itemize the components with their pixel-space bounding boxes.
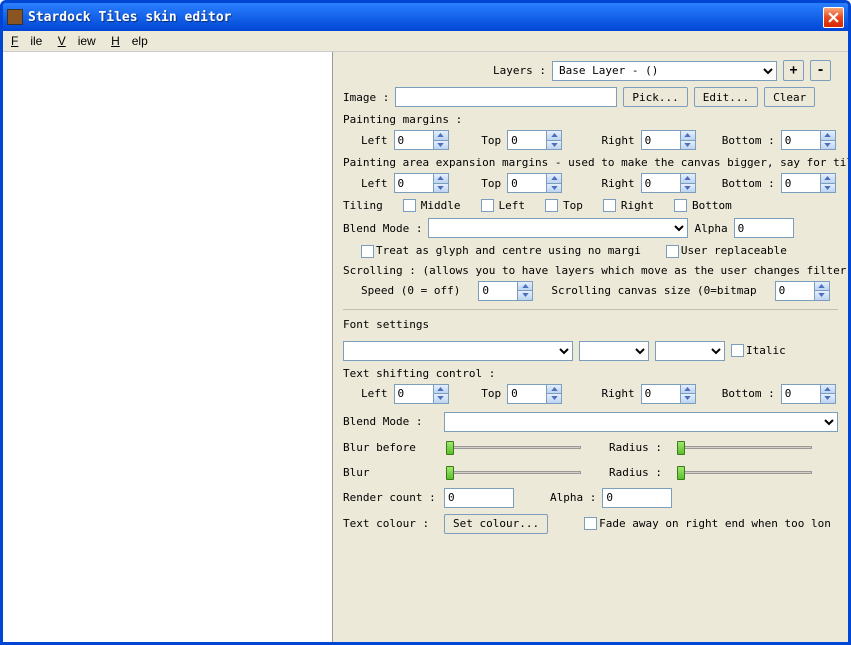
radius1-slider[interactable]: [677, 438, 812, 458]
pm-top-label: Top: [481, 134, 501, 147]
ts-left-spinner[interactable]: [394, 384, 449, 404]
italic-checkbox[interactable]: [731, 344, 744, 357]
textshift-label: Text shifting control :: [343, 367, 838, 380]
font-row: Italic: [343, 341, 838, 361]
pm-left-label: Left: [361, 134, 388, 147]
preview-pane: [3, 52, 333, 642]
font-family-combo[interactable]: [343, 341, 573, 361]
expansion-label: Painting area expansion margins - used t…: [343, 156, 838, 169]
ts-bottom-spinner[interactable]: [781, 384, 836, 404]
add-layer-button[interactable]: +: [783, 60, 804, 81]
properties-pane: Layers : Base Layer - () + - Image : Pic…: [333, 52, 848, 642]
tiling-top-checkbox[interactable]: [545, 199, 558, 212]
ex-top-spinner[interactable]: [507, 173, 562, 193]
pm-right-spinner[interactable]: [641, 130, 696, 150]
alpha-input[interactable]: [734, 218, 794, 238]
radius1-label: Radius :: [609, 441, 669, 454]
layers-label: Layers :: [493, 64, 546, 77]
pm-left-spinner[interactable]: [394, 130, 449, 150]
canvas-label: Scrolling canvas size (0=bitmap: [551, 284, 756, 297]
font-size-combo[interactable]: [655, 341, 725, 361]
textcolour-row: Text colour : Set colour... Fade away on…: [343, 514, 838, 534]
glyph-row: Treat as glyph and centre using no margi…: [343, 244, 838, 258]
menu-view[interactable]: View: [58, 34, 96, 48]
window-title: Stardock Tiles skin editor: [28, 10, 823, 25]
scrolling-row: Speed (0 = off) Scrolling canvas size (0…: [361, 281, 838, 301]
menu-file[interactable]: File: [11, 34, 42, 48]
app-window: Stardock Tiles skin editor File View Hel…: [0, 0, 851, 645]
scrolling-label: Scrolling : (allows you to have layers w…: [343, 264, 838, 277]
close-icon: [828, 12, 839, 23]
ex-bottom-spinner[interactable]: [781, 173, 836, 193]
radius2-label: Radius :: [609, 466, 669, 479]
render-count-label: Render count :: [343, 491, 438, 504]
chevron-up-icon: [433, 131, 448, 140]
render-row: Render count : Alpha :: [343, 488, 838, 508]
blur-slider[interactable]: [446, 463, 581, 483]
pm-bottom-label: Bottom :: [722, 134, 775, 147]
tiling-middle-checkbox[interactable]: [403, 199, 416, 212]
ts-right-spinner[interactable]: [641, 384, 696, 404]
ex-right-spinner[interactable]: [641, 173, 696, 193]
font-style-combo[interactable]: [579, 341, 649, 361]
expansion-row: Left Top Right Bottom :: [361, 173, 838, 193]
pm-right-label: Right: [602, 134, 635, 147]
ts-top-spinner[interactable]: [507, 384, 562, 404]
glyph-checkbox[interactable]: [361, 245, 374, 258]
titlebar: Stardock Tiles skin editor: [3, 3, 848, 31]
blend-mode-combo[interactable]: [428, 218, 688, 238]
blur-label: Blur: [343, 466, 438, 479]
blend2-row: Blend Mode :: [343, 412, 838, 432]
tiling-bottom-checkbox[interactable]: [674, 199, 687, 212]
user-replace-checkbox[interactable]: [666, 245, 679, 258]
blend2-combo[interactable]: [444, 412, 838, 432]
blend-row: Blend Mode : Alpha: [343, 218, 838, 238]
tiling-row: Tiling Middle Left Top Right Bottom: [343, 199, 838, 212]
render-alpha-input[interactable]: [602, 488, 672, 508]
work-area: Layers : Base Layer - () + - Image : Pic…: [3, 52, 848, 642]
pm-top-spinner[interactable]: [507, 130, 562, 150]
blur-before-label: Blur before: [343, 441, 438, 454]
pm-bottom-spinner[interactable]: [781, 130, 836, 150]
blur-before-row: Blur before Radius :: [343, 438, 838, 458]
blur-row: Blur Radius :: [343, 463, 838, 483]
image-path-input[interactable]: [395, 87, 617, 107]
clear-button[interactable]: Clear: [764, 87, 815, 107]
textcolour-label: Text colour :: [343, 517, 438, 530]
render-count-input[interactable]: [444, 488, 514, 508]
image-row: Image : Pick... Edit... Clear: [343, 87, 838, 107]
blur-before-slider[interactable]: [446, 438, 581, 458]
font-settings-label: Font settings: [343, 318, 838, 331]
app-icon: [7, 9, 23, 25]
fade-checkbox[interactable]: [584, 517, 597, 530]
speed-spinner[interactable]: [478, 281, 533, 301]
menubar: File View Help: [3, 31, 848, 52]
tiling-left-checkbox[interactable]: [481, 199, 494, 212]
close-button[interactable]: [823, 7, 844, 28]
layers-row: Layers : Base Layer - () + -: [343, 60, 838, 81]
speed-label: Speed (0 = off): [361, 284, 460, 297]
image-label: Image :: [343, 91, 389, 104]
render-alpha-label: Alpha :: [550, 491, 596, 504]
blend2-label: Blend Mode :: [343, 415, 438, 428]
pick-button[interactable]: Pick...: [623, 87, 687, 107]
painting-margins-row: Left Top Right Bottom :: [361, 130, 838, 150]
layers-combo[interactable]: Base Layer - (): [552, 61, 777, 81]
alpha-label: Alpha: [694, 222, 727, 235]
radius2-slider[interactable]: [677, 463, 812, 483]
set-colour-button[interactable]: Set colour...: [444, 514, 548, 534]
divider: [343, 309, 838, 310]
canvas-spinner[interactable]: [775, 281, 830, 301]
tiling-label: Tiling: [343, 199, 383, 212]
edit-button[interactable]: Edit...: [694, 87, 758, 107]
remove-layer-button[interactable]: -: [810, 60, 831, 81]
painting-margins-label: Painting margins :: [343, 113, 838, 126]
menu-help[interactable]: Help: [111, 34, 148, 48]
blend-label: Blend Mode :: [343, 222, 422, 235]
chevron-down-icon: [433, 140, 448, 150]
textshift-row: Left Top Right Bottom :: [361, 384, 838, 404]
ex-left-spinner[interactable]: [394, 173, 449, 193]
tiling-right-checkbox[interactable]: [603, 199, 616, 212]
